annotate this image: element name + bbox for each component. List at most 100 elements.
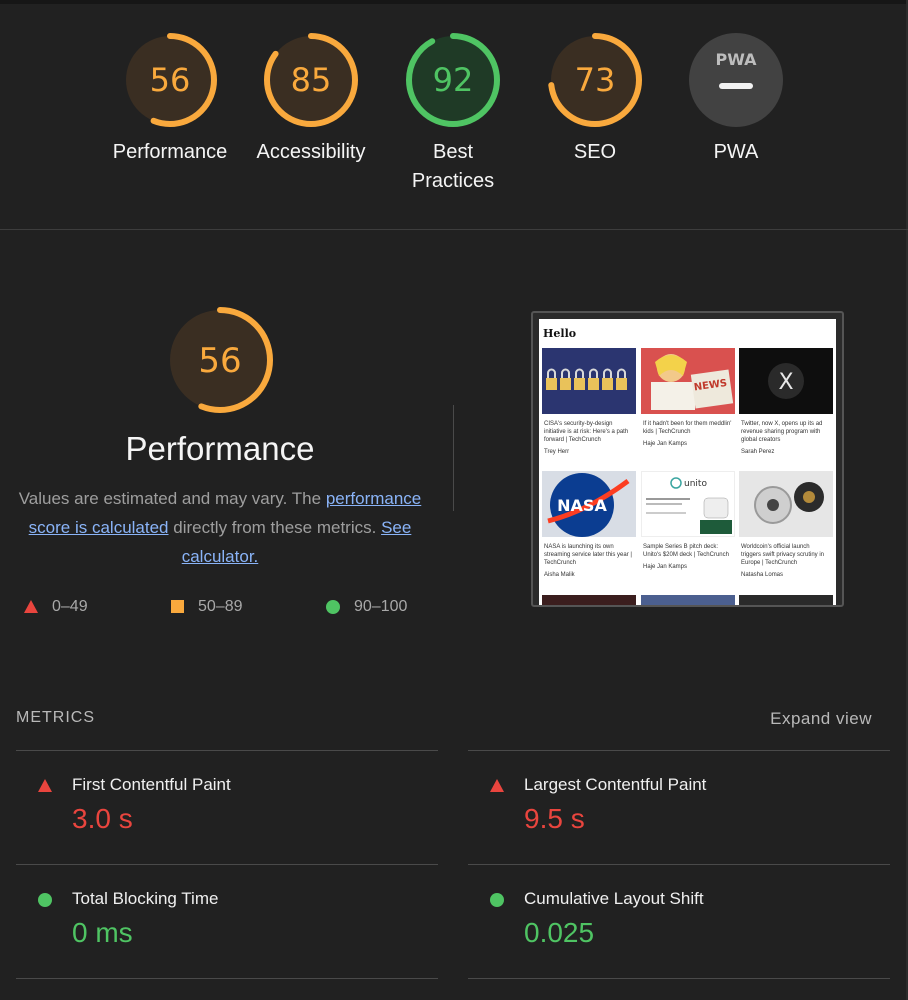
article-title: If it hadn't been for them meddlin' kids… [643, 421, 732, 435]
article-author: Haje Jan Kamps [643, 441, 688, 447]
category-gauges: 56 Performance 85 Accessibility 92 Best … [0, 0, 908, 230]
nasa-logo-art: NASA [547, 473, 630, 537]
metric-name: First Contentful Paint [72, 775, 231, 794]
unito-image: unito [641, 471, 735, 537]
score-gauge-icon: 85 [264, 33, 358, 127]
performance-description: Values are estimated and may vary. The p… [18, 484, 422, 571]
metric-first-contentful-paint: First Contentful Paint 3.0 s [16, 775, 438, 855]
score-gauge-icon: 73 [548, 33, 642, 127]
metrics-divider [468, 978, 890, 979]
section-divider [0, 229, 908, 230]
gauge-seo[interactable]: 73 SEO [520, 30, 670, 167]
pwa-badge-text: PWA [715, 50, 757, 69]
metrics-divider [468, 750, 890, 751]
metric-name: Cumulative Layout Shift [524, 889, 704, 908]
performance-score-text: 56 [198, 341, 241, 381]
orb-device-image [739, 471, 833, 537]
article-author: Aisha Malik [544, 572, 575, 578]
gauge-label: SEO [573, 141, 617, 163]
metrics-divider [468, 864, 890, 865]
expand-view-button[interactable]: Expand view [770, 709, 872, 729]
metrics-divider [16, 750, 438, 751]
gauge-score-text: 92 [433, 61, 474, 99]
gauge-label: Accessibility [256, 141, 366, 163]
red-triangle-icon [24, 600, 38, 614]
green-circle-icon [326, 599, 340, 614]
red-triangle-icon [38, 779, 52, 792]
metric-value: 3.0 s [72, 803, 133, 834]
legend-label: 0–49 [52, 598, 88, 615]
cut-off-card-image [641, 595, 735, 605]
metrics-heading: METRICS [16, 709, 95, 726]
score-gauge-icon: 92 [406, 33, 500, 127]
nasa-logo-text: NASA [557, 496, 607, 515]
gauge-score-text: 73 [575, 61, 616, 99]
article-title: Sample Series B pitch deck: Unito's $20M… [643, 544, 729, 558]
orange-square-icon [171, 600, 184, 614]
legend-item-average: 50–89 [171, 598, 243, 616]
green-circle-icon [38, 893, 52, 907]
article-card: X Twitter, now X, opens up its ad revenu… [739, 348, 833, 455]
article-author: Trey Herr [544, 449, 570, 455]
metric-cumulative-layout-shift: Cumulative Layout Shift 0.025 [468, 889, 890, 969]
metric-name: Largest Contentful Paint [524, 775, 707, 794]
article-author: Natasha Lomas [741, 572, 784, 578]
desc-text: directly from these metrics. [168, 518, 382, 537]
metric-value: 0.025 [524, 917, 595, 948]
comic-newspaper-image: NEWS [641, 348, 735, 414]
article-card: unito Sample Series B pitch deck: Unito'… [641, 471, 735, 570]
gauge-best-practices[interactable]: 92 Best Practices [378, 30, 528, 196]
legend-item-pass: 90–100 [326, 598, 407, 616]
desc-text: Values are estimated and may vary. The [18, 489, 326, 508]
screenshot-heading: Hello [543, 327, 577, 340]
legend-item-fail: 0–49 [24, 598, 88, 616]
score-gauge-icon: 56 [167, 307, 273, 413]
performance-gauge: 56 [165, 305, 275, 420]
metric-largest-contentful-paint: Largest Contentful Paint 9.5 s [468, 775, 890, 855]
metrics-divider [16, 864, 438, 865]
metric-total-blocking-time: Total Blocking Time 0 ms [16, 889, 438, 969]
orb-device-art [754, 482, 824, 524]
article-title: Worldcoin's official launch triggers swi… [741, 544, 825, 566]
x-logo-art: X [768, 363, 804, 399]
gauge-accessibility[interactable]: 85 Accessibility [236, 30, 386, 167]
comic-newspaper-art: NEWS [651, 354, 734, 410]
performance-title: Performance [125, 430, 315, 467]
gauge-label: PWA [713, 141, 759, 163]
red-triangle-icon [490, 779, 504, 792]
nasa-logo-image: NASA [542, 471, 636, 537]
legend-label: 50–89 [198, 598, 243, 615]
article-card: NASA NASA is launching its own streaming… [542, 471, 636, 578]
gauge-performance[interactable]: 56 Performance [95, 30, 245, 167]
x-logo-text: X [778, 370, 793, 395]
padlocks-image [542, 348, 636, 414]
article-card: NEWS If it hadn't been for them meddlin'… [641, 348, 735, 447]
article-title: CISA's security-by-design initiative is … [544, 421, 629, 443]
padlocks-image-art [546, 368, 627, 390]
final-screenshot-thumbnail[interactable]: Hello CISA's security-by-design initiati… [531, 311, 844, 607]
gauge-label: Performance [112, 141, 228, 163]
x-logo-image: X [739, 348, 833, 414]
metric-value: 0 ms [72, 917, 133, 948]
gauge-label: Best Practices [411, 141, 495, 192]
metric-value: 9.5 s [524, 803, 585, 834]
vertical-divider [453, 405, 454, 511]
score-gauge-icon: 56 [123, 33, 217, 127]
green-circle-icon [490, 893, 504, 907]
cut-off-card-image [739, 595, 833, 605]
unito-logo-text: unito [684, 479, 707, 489]
gauge-score-text: 56 [150, 61, 191, 99]
cut-off-card-image [542, 595, 636, 605]
article-title: Twitter, now X, opens up its ad revenue … [741, 421, 823, 443]
unito-art: unito [646, 477, 732, 534]
metric-name: Total Blocking Time [72, 889, 219, 908]
gauge-pwa[interactable]: PWA PWA [661, 30, 811, 167]
metrics-divider [16, 978, 438, 979]
article-title: NASA is launching its own streaming serv… [544, 544, 632, 566]
screenshot-page: Hello CISA's security-by-design initiati… [539, 319, 836, 605]
article-card: CISA's security-by-design initiative is … [542, 348, 636, 455]
article-author: Sarah Perez [741, 449, 775, 455]
pwa-badge-icon: PWA [689, 33, 783, 127]
article-card: Worldcoin's official launch triggers swi… [739, 471, 833, 578]
article-author: Haje Jan Kamps [643, 564, 688, 570]
